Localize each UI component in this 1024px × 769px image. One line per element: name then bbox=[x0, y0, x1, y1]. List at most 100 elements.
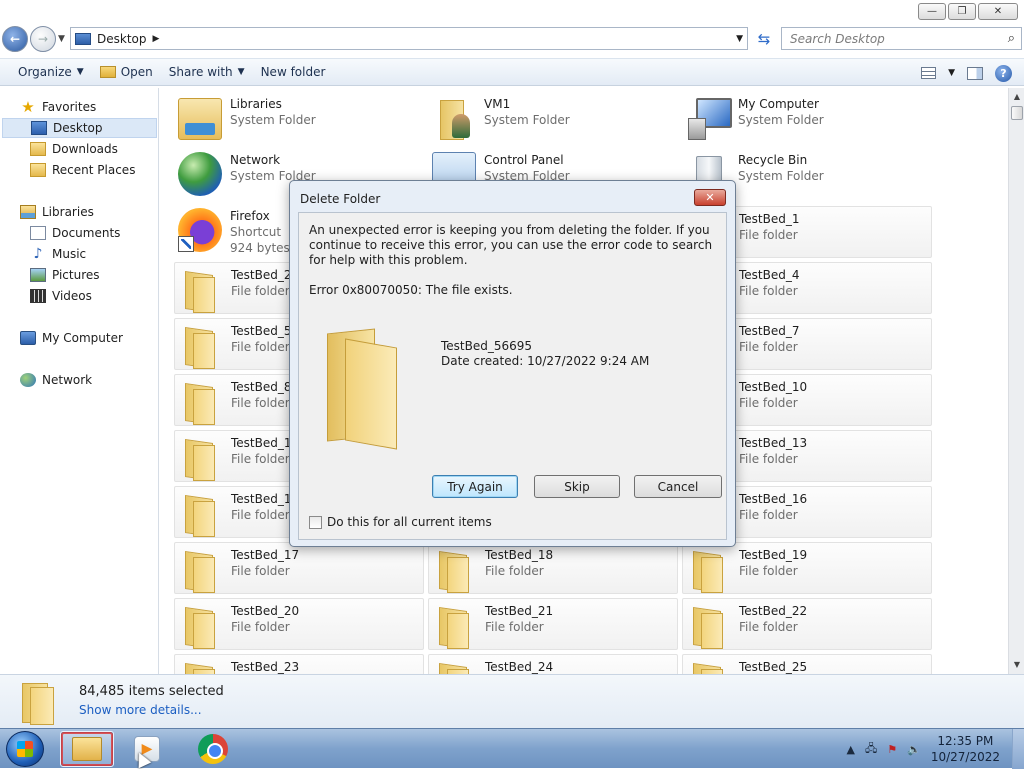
open-label: Open bbox=[120, 65, 153, 79]
back-button[interactable]: ← bbox=[2, 26, 28, 52]
nav-libraries[interactable]: Libraries bbox=[20, 202, 94, 222]
item-testbed-18[interactable]: TestBed_18 File folder bbox=[428, 542, 678, 594]
item-testbed-23[interactable]: TestBed_23 bbox=[174, 654, 424, 674]
search-icon[interactable]: ⌕ bbox=[1008, 31, 1015, 46]
item-testbed-19[interactable]: TestBed_19 File folder bbox=[682, 542, 932, 594]
item-type: System Folder bbox=[738, 113, 824, 127]
try-again-button[interactable]: Try Again bbox=[432, 475, 518, 498]
folder-name: TestBed_56695 bbox=[441, 339, 533, 353]
item-libraries[interactable]: Libraries System Folder bbox=[174, 92, 424, 144]
item-name: TestBed_25 bbox=[739, 660, 808, 674]
computer-icon bbox=[686, 96, 732, 140]
taskbar-explorer-button[interactable] bbox=[60, 731, 114, 767]
pictures-icon bbox=[30, 268, 46, 282]
item-my-computer[interactable]: My Computer System Folder bbox=[682, 92, 932, 144]
skip-button[interactable]: Skip bbox=[534, 475, 620, 498]
minimize-button[interactable]: — bbox=[918, 3, 946, 20]
breadcrumb-arrow-icon[interactable]: ▶ bbox=[153, 34, 160, 44]
libraries-icon bbox=[178, 98, 222, 140]
firefox-icon bbox=[178, 208, 222, 252]
share-with-button[interactable]: Share with ▼ bbox=[161, 60, 253, 84]
show-more-details-link[interactable]: Show more details... bbox=[79, 703, 202, 717]
recent-pages-dropdown[interactable]: ▼ bbox=[58, 34, 65, 44]
cancel-button[interactable]: Cancel bbox=[634, 475, 722, 498]
dialog-close-button[interactable]: ✕ bbox=[694, 189, 726, 206]
documents-icon bbox=[30, 226, 46, 240]
item-testbed-21[interactable]: TestBed_21 File folder bbox=[428, 598, 678, 650]
nav-pictures[interactable]: Pictures bbox=[30, 265, 100, 285]
item-testbed-20[interactable]: TestBed_20 File folder bbox=[174, 598, 424, 650]
show-hidden-icons-icon[interactable]: ▲ bbox=[847, 743, 855, 756]
dialog-message: An unexpected error is keeping you from … bbox=[309, 223, 713, 267]
action-center-flag-icon[interactable]: ⚑ bbox=[887, 743, 897, 756]
nav-documents[interactable]: Documents bbox=[30, 223, 120, 243]
scroll-up-icon[interactable]: ▲ bbox=[1010, 90, 1024, 104]
item-type: File folder bbox=[485, 564, 544, 578]
clock-time: 12:35 PM bbox=[937, 734, 994, 748]
item-testbed-25[interactable]: TestBed_25 bbox=[682, 654, 932, 674]
start-button[interactable] bbox=[6, 731, 44, 767]
show-desktop-button[interactable] bbox=[1012, 729, 1024, 769]
new-folder-button[interactable]: New folder bbox=[253, 60, 334, 84]
folder-icon bbox=[179, 435, 223, 481]
address-bar[interactable]: Desktop ▶ ▼ bbox=[70, 27, 748, 50]
forward-button[interactable]: → bbox=[30, 26, 56, 52]
vertical-scrollbar[interactable]: ▲ ▼ bbox=[1008, 88, 1024, 674]
address-row: ← → ▼ Desktop ▶ ▼ ⇆ Search Desktop ⌕ bbox=[0, 24, 1024, 54]
view-options-chevron-icon[interactable]: ▼ bbox=[948, 68, 955, 78]
network-status-icon[interactable]: 🖧 bbox=[865, 740, 877, 759]
recent-places-icon bbox=[30, 163, 46, 177]
close-button[interactable]: ✕ bbox=[978, 3, 1018, 20]
item-type: File folder bbox=[739, 340, 798, 354]
new-folder-label: New folder bbox=[260, 65, 326, 79]
refresh-button[interactable]: ⇆ bbox=[752, 27, 776, 50]
nav-recent-places[interactable]: Recent Places bbox=[30, 160, 135, 180]
scroll-down-icon[interactable]: ▼ bbox=[1010, 658, 1024, 672]
search-input[interactable]: Search Desktop ⌕ bbox=[781, 27, 1022, 50]
item-name: TestBed_21 bbox=[485, 604, 554, 618]
star-icon: ★ bbox=[21, 98, 35, 116]
volume-icon[interactable]: 🔈 bbox=[907, 743, 921, 756]
nav-downloads[interactable]: Downloads bbox=[30, 139, 118, 159]
videos-icon bbox=[30, 289, 46, 303]
maximize-button[interactable]: ❐ bbox=[948, 3, 976, 20]
nav-documents-label: Documents bbox=[52, 226, 121, 240]
item-name: TestBed_13 bbox=[739, 436, 808, 450]
checkbox-box[interactable] bbox=[309, 515, 322, 529]
item-name: TestBed_7 bbox=[739, 324, 800, 338]
change-view-icon[interactable] bbox=[921, 67, 937, 79]
nav-favorites-label: Favorites bbox=[42, 100, 97, 114]
nav-favorites[interactable]: ★ Favorites bbox=[20, 97, 96, 117]
folder-icon bbox=[687, 659, 731, 674]
view-controls: ▼ ? bbox=[921, 59, 1024, 87]
nav-music[interactable]: ♪ Music bbox=[30, 244, 87, 264]
address-dropdown-icon[interactable]: ▼ bbox=[736, 34, 743, 44]
item-type: System Folder bbox=[738, 169, 824, 183]
apply-to-all-checkbox[interactable]: Do this for all current items bbox=[309, 515, 492, 529]
forward-arrow-icon: → bbox=[37, 32, 49, 46]
clock[interactable]: 12:35 PM 10/27/2022 bbox=[931, 733, 1020, 765]
item-vm1[interactable]: VM1 System Folder bbox=[428, 92, 678, 144]
help-icon[interactable]: ? bbox=[995, 64, 1012, 82]
item-type: System Folder bbox=[230, 113, 316, 127]
chrome-icon bbox=[198, 734, 228, 764]
nav-desktop[interactable]: Desktop bbox=[2, 118, 157, 138]
address-location[interactable]: Desktop bbox=[97, 32, 147, 46]
item-testbed-24[interactable]: TestBed_24 bbox=[428, 654, 678, 674]
open-button[interactable]: Open bbox=[92, 60, 161, 84]
navigation-pane: ★ Favorites Desktop Downloads Recent Plac… bbox=[0, 88, 159, 674]
preview-pane-icon[interactable] bbox=[967, 66, 983, 80]
organize-button[interactable]: Organize ▼ bbox=[10, 60, 92, 84]
item-testbed-17[interactable]: TestBed_17 File folder bbox=[174, 542, 424, 594]
command-bar: Organize ▼ Open Share with ▼ New folder ▼ … bbox=[0, 58, 1024, 86]
libraries-icon bbox=[20, 205, 36, 219]
nav-network[interactable]: Network bbox=[20, 370, 92, 390]
item-testbed-22[interactable]: TestBed_22 File folder bbox=[682, 598, 932, 650]
scroll-thumb[interactable] bbox=[1011, 106, 1023, 120]
nav-recent-places-label: Recent Places bbox=[52, 163, 136, 177]
taskbar-chrome-button[interactable] bbox=[186, 731, 240, 767]
nav-videos[interactable]: Videos bbox=[30, 286, 92, 306]
item-name: TestBed_10 bbox=[739, 380, 808, 394]
nav-my-computer[interactable]: My Computer bbox=[20, 328, 123, 348]
apply-to-all-label: Do this for all current items bbox=[327, 515, 492, 529]
